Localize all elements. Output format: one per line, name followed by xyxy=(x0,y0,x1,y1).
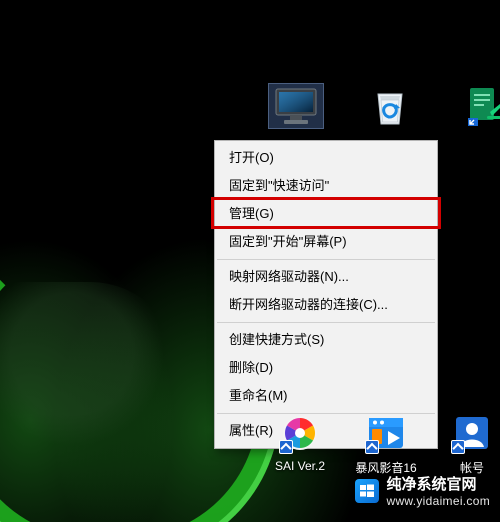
windows-flag-icon xyxy=(355,479,379,503)
context-menu-separator xyxy=(217,322,435,323)
desktop-icons-top xyxy=(264,84,500,128)
context-menu-item[interactable]: 创建快捷方式(S) xyxy=(215,326,437,354)
media-player-icon xyxy=(363,410,409,456)
context-menu: 打开(O)固定到"快速访问"管理(G)固定到"开始"屏幕(P) 映射网络驱动器(N… xyxy=(214,140,438,449)
context-menu-separator xyxy=(217,259,435,260)
shortcut-arrow-icon xyxy=(365,440,379,454)
desktop-icon-computer[interactable] xyxy=(264,84,328,128)
document-check-icon xyxy=(457,84,500,128)
watermark-url: www.yidaimei.com xyxy=(387,494,491,508)
context-menu-item[interactable]: 删除(D) xyxy=(215,354,437,382)
context-menu-item[interactable]: 断开网络驱动器的连接(C)... xyxy=(215,291,437,319)
watermark-title: 纯净系统官网 xyxy=(387,473,491,494)
desktop-icon-account[interactable]: 帐号 xyxy=(436,410,500,476)
context-menu-item[interactable]: 重命名(M) xyxy=(215,382,437,410)
desktop-icon-doc-check[interactable] xyxy=(452,84,500,128)
watermark: 纯净系统官网 www.yidaimei.com xyxy=(355,473,491,508)
desktop-icon-label: SAI Ver.2 xyxy=(275,459,325,473)
context-menu-item[interactable]: 固定到"开始"屏幕(P) xyxy=(215,228,437,256)
desktop-icon-baofeng[interactable]: 暴风影音16 xyxy=(350,410,422,476)
color-wheel-icon xyxy=(277,410,323,456)
desktop-icon-sai[interactable]: SAI Ver.2 xyxy=(264,410,336,476)
shortcut-arrow-icon xyxy=(279,440,293,454)
context-menu-item[interactable]: 固定到"快速访问" xyxy=(215,172,437,200)
person-icon xyxy=(449,410,495,456)
context-menu-item[interactable]: 管理(G) xyxy=(215,200,437,228)
shortcut-arrow-icon xyxy=(451,440,465,454)
desktop-icons-bottom: SAI Ver.2 暴风影音16 xyxy=(264,410,500,476)
computer-monitor-icon xyxy=(269,84,323,128)
desktop-icon-recycle-bin[interactable] xyxy=(358,84,422,128)
wallpaper-photo xyxy=(0,282,180,462)
context-menu-item[interactable]: 打开(O) xyxy=(215,144,437,172)
context-menu-item[interactable]: 映射网络驱动器(N)... xyxy=(215,263,437,291)
desktop-screen: 打开(O)固定到"快速访问"管理(G)固定到"开始"屏幕(P) 映射网络驱动器(N… xyxy=(0,0,500,522)
watermark-text: 纯净系统官网 www.yidaimei.com xyxy=(387,473,491,508)
recycle-bin-icon xyxy=(363,84,417,128)
